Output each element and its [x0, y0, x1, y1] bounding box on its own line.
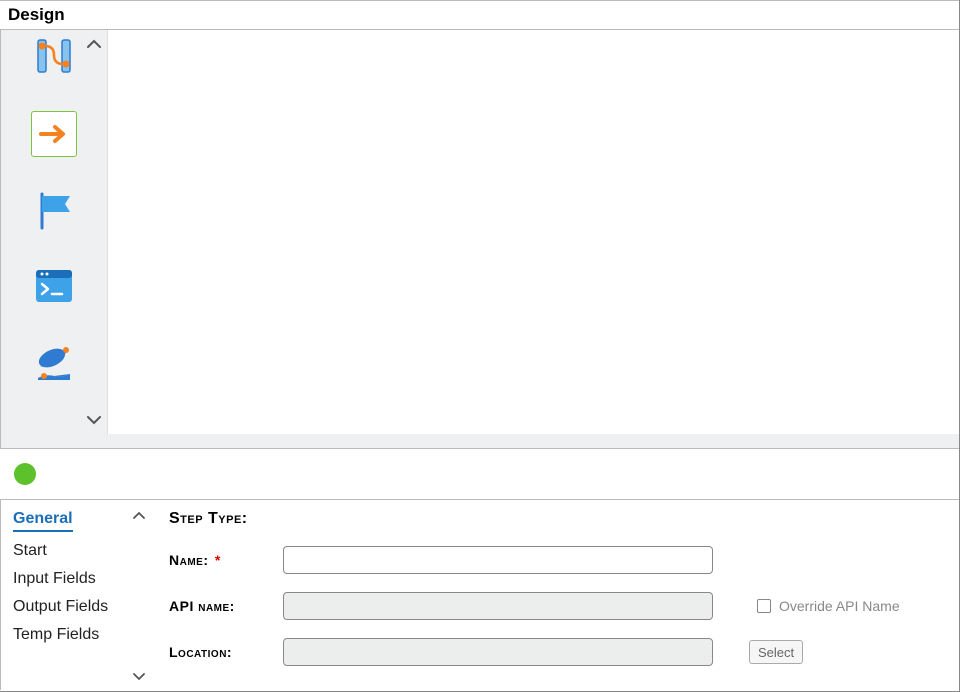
override-api-checkbox[interactable]: [757, 599, 771, 613]
props-nav-scroll-up[interactable]: [133, 506, 145, 522]
satellite-icon: [32, 340, 76, 384]
palette-scroll-up[interactable]: [87, 36, 101, 52]
nav-item-temp-fields[interactable]: Temp Fields: [13, 626, 139, 644]
flag-icon: [32, 188, 76, 232]
location-label: Location:: [169, 644, 269, 660]
palette-scroll-down[interactable]: [87, 412, 101, 428]
page-title: Design: [8, 5, 65, 25]
divider: [0, 434, 959, 448]
palette-item-terminal[interactable]: [31, 263, 77, 309]
nav-item-output-fields[interactable]: Output Fields: [13, 598, 139, 616]
api-name-row: API name: Override API Name: [169, 592, 941, 620]
nav-item-general[interactable]: General: [13, 510, 73, 532]
branch-icon: [32, 36, 76, 80]
palette-item-arrow[interactable]: [31, 111, 77, 157]
palette-item-branch[interactable]: [31, 35, 77, 81]
nav-item-input-fields[interactable]: Input Fields: [13, 570, 139, 588]
palette-item-flag[interactable]: [31, 187, 77, 233]
status-strip: [0, 448, 959, 500]
arrow-right-icon: [39, 124, 69, 144]
step-type-row: Step Type:: [169, 510, 941, 528]
properties-form: Step Type: Name: * API name: Override AP…: [151, 500, 959, 690]
location-input[interactable]: [283, 638, 713, 666]
api-name-label: API name:: [169, 598, 269, 614]
chevron-down-icon: [87, 415, 101, 425]
step-type-label: Step Type:: [169, 510, 248, 528]
name-label: Name: *: [169, 552, 269, 568]
select-location-button[interactable]: Select: [749, 640, 803, 664]
required-marker: *: [215, 552, 221, 568]
properties-nav: General Start Input Fields Output Fields…: [1, 500, 151, 690]
chevron-down-icon: [133, 673, 145, 681]
api-name-input[interactable]: [283, 592, 713, 620]
chevron-up-icon: [87, 39, 101, 49]
name-row: Name: *: [169, 546, 941, 574]
status-indicator: [14, 463, 36, 485]
override-api-label: Override API Name: [779, 598, 900, 614]
design-canvas[interactable]: [107, 30, 959, 434]
location-row: Location: Select: [169, 638, 941, 666]
properties-panel: General Start Input Fields Output Fields…: [0, 500, 959, 690]
work-area: [0, 30, 959, 434]
chevron-up-icon: [133, 511, 145, 519]
props-nav-scroll-down[interactable]: [133, 668, 145, 684]
palette-item-satellite[interactable]: [31, 339, 77, 385]
name-label-text: Name:: [169, 552, 209, 568]
override-api-box: Override API Name: [757, 598, 900, 614]
nav-item-start[interactable]: Start: [13, 542, 139, 560]
palette: [1, 30, 107, 434]
title-bar: Design: [0, 0, 959, 30]
name-input[interactable]: [283, 546, 713, 574]
terminal-icon: [32, 266, 76, 306]
